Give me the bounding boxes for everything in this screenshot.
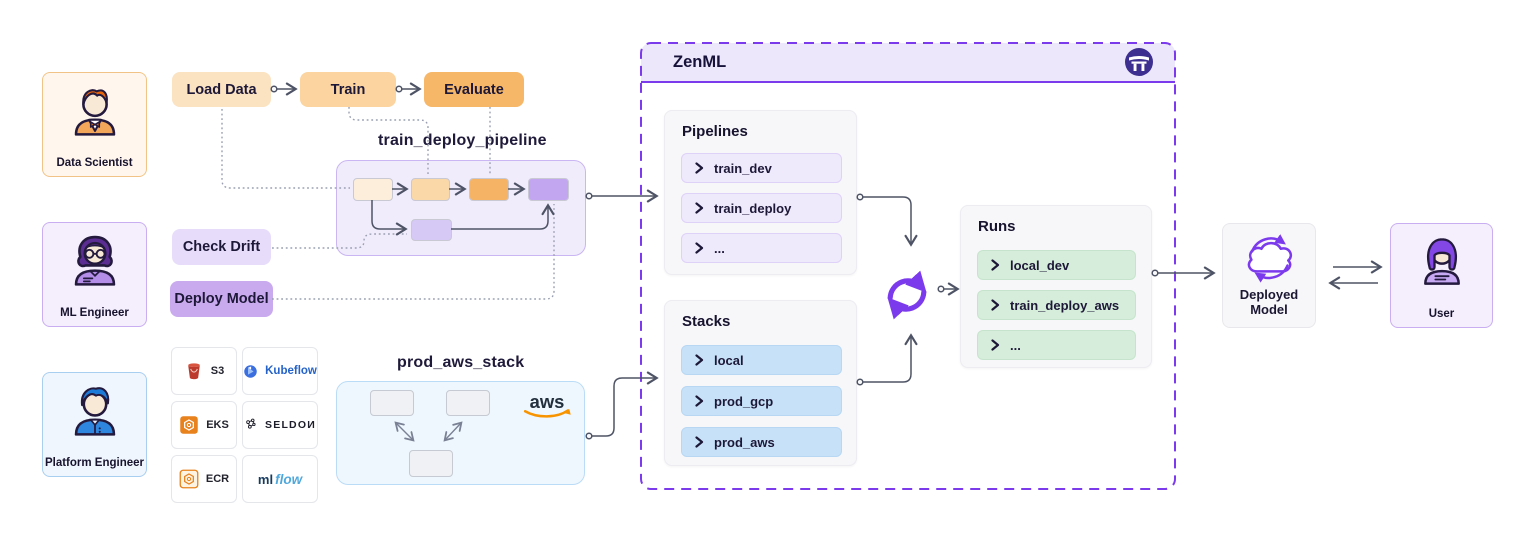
- chevron-right-icon: [991, 339, 1000, 351]
- pipeline-item-train-dev[interactable]: train_dev: [681, 153, 842, 183]
- stack-component-box: [370, 390, 414, 416]
- pipeline-item-train-deploy[interactable]: train_deploy: [681, 193, 842, 223]
- ml-engineer-icon: [74, 235, 115, 286]
- pipeline-graph-box: [336, 160, 586, 256]
- tool-label: SELDOИ: [265, 419, 316, 431]
- pipeline-node-drift: [411, 219, 452, 241]
- step-label: Check Drift: [182, 239, 261, 255]
- user-label: User: [1428, 308, 1455, 320]
- runs-panel-title: Runs: [978, 218, 1016, 235]
- tool-label: S3: [210, 365, 225, 377]
- persona-card-ml-engineer: ML Engineer: [42, 222, 147, 327]
- run-item-more[interactable]: ...: [977, 330, 1136, 360]
- kubeflow-icon: [244, 364, 257, 378]
- stack-component-box: [446, 390, 490, 416]
- chevron-right-icon: [695, 354, 704, 366]
- deployed-model-card: Deployed Model: [1222, 223, 1316, 328]
- user-icon: [1423, 238, 1460, 285]
- sync-icon: [887, 270, 927, 320]
- pipeline-node-evaluate: [469, 178, 509, 201]
- chevron-right-icon: [991, 299, 1000, 311]
- pipeline-title: train_deploy_pipeline: [378, 132, 547, 149]
- step-load-data[interactable]: Load Data: [172, 72, 271, 107]
- step-train[interactable]: Train: [300, 72, 396, 107]
- step-label: Deploy Model: [174, 291, 269, 307]
- s3-icon: [187, 363, 200, 380]
- zenml-logo-icon: [1125, 48, 1153, 76]
- deployed-model-label: Deployed: [1239, 287, 1299, 302]
- stacks-panel: Stacks local prod_gcp prod_aws: [664, 300, 857, 466]
- tool-card-ecr[interactable]: ECR: [171, 455, 237, 503]
- stack-item-prod-aws[interactable]: prod_aws: [681, 427, 842, 457]
- step-label: Load Data: [186, 81, 257, 98]
- data-scientist-icon: [74, 89, 115, 136]
- runs-panel: Runs local_dev train_deploy_aws ...: [960, 205, 1152, 368]
- tool-label: EKS: [206, 419, 229, 431]
- chevron-right-icon: [695, 162, 704, 174]
- tool-card-s3[interactable]: S3: [171, 347, 237, 395]
- persona-card-platform-engineer: Platform Engineer: [42, 372, 147, 477]
- pipeline-item-label: train_deploy: [714, 200, 792, 216]
- stack-item-label: prod_gcp: [714, 393, 774, 409]
- run-item-train-deploy-aws[interactable]: train_deploy_aws: [977, 290, 1136, 320]
- stack-item-label: prod_aws: [714, 434, 775, 450]
- stack-item-local[interactable]: local: [681, 345, 842, 375]
- step-check-drift[interactable]: Check Drift: [172, 229, 271, 265]
- pipeline-item-more[interactable]: ...: [681, 233, 842, 263]
- zenml-title: ZenML: [673, 52, 727, 71]
- tool-label: ECR: [205, 473, 230, 485]
- chevron-right-icon: [695, 436, 704, 448]
- persona-label: Data Scientist: [56, 157, 133, 169]
- stacks-panel-title: Stacks: [682, 313, 731, 330]
- step-evaluate[interactable]: Evaluate: [424, 72, 524, 107]
- user-card: User: [1390, 223, 1493, 328]
- stack-item-label: local: [714, 352, 744, 368]
- pipeline-item-label: ...: [714, 240, 725, 256]
- run-item-label: train_deploy_aws: [1010, 297, 1120, 313]
- mlflow-logo-text: flow: [275, 471, 303, 487]
- persona-label: ML Engineer: [60, 307, 129, 319]
- step-label: Evaluate: [444, 81, 504, 98]
- tool-card-seldon[interactable]: SELDOИ: [242, 401, 318, 449]
- aws-stack-box: aws: [336, 381, 585, 485]
- stack-component-box: [409, 450, 453, 477]
- platform-engineer-icon: [74, 387, 115, 436]
- deployed-model-label: Model: [1250, 301, 1288, 317]
- pipeline-item-label: train_dev: [714, 160, 772, 176]
- persona-card-data-scientist: Data Scientist: [42, 72, 147, 177]
- pipeline-node-load: [353, 178, 393, 201]
- pipeline-node-train: [411, 178, 450, 201]
- pipelines-panel: Pipelines train_dev train_deploy ...: [664, 110, 857, 275]
- chevron-right-icon: [695, 395, 704, 407]
- diagram-canvas: Data Scientist ML Engineer Platform Engi…: [0, 0, 1536, 545]
- step-deploy-model[interactable]: Deploy Model: [170, 281, 273, 317]
- stack-item-prod-gcp[interactable]: prod_gcp: [681, 386, 842, 416]
- tool-card-kubeflow[interactable]: Kubeflow: [242, 347, 318, 395]
- pipelines-panel-title: Pipelines: [682, 123, 748, 140]
- eks-icon: [180, 416, 198, 434]
- pipeline-node-deploy: [528, 178, 569, 201]
- tool-card-eks[interactable]: EKS: [171, 401, 237, 449]
- run-item-local-dev[interactable]: local_dev: [977, 250, 1136, 280]
- chevron-right-icon: [695, 242, 704, 254]
- persona-label: Platform Engineer: [44, 457, 145, 469]
- step-label: Train: [330, 81, 366, 98]
- svg-text:aws: aws: [530, 391, 565, 412]
- aws-stack-title: prod_aws_stack: [397, 354, 525, 371]
- aws-logo: aws: [523, 391, 571, 418]
- run-item-label: local_dev: [1010, 257, 1070, 273]
- chevron-right-icon: [991, 259, 1000, 271]
- chevron-right-icon: [695, 202, 704, 214]
- zenml-header: ZenML: [641, 43, 1175, 83]
- seldon-icon: [246, 418, 256, 429]
- tool-label: Kubeflow: [265, 365, 317, 377]
- mlflow-logo-text: ml: [257, 471, 274, 487]
- run-item-label: ...: [1010, 337, 1021, 353]
- ecr-icon: [179, 469, 199, 489]
- tool-card-mlflow[interactable]: ml flow: [242, 455, 318, 503]
- deployed-model-icon: [1247, 234, 1293, 283]
